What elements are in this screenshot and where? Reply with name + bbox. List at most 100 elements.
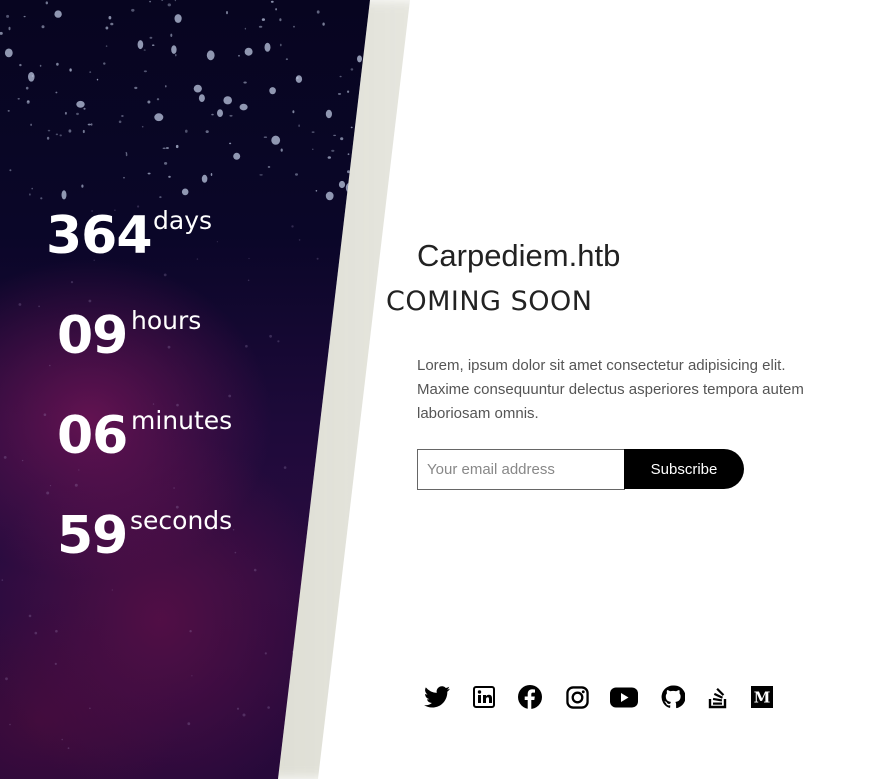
seconds-value: 59 bbox=[57, 506, 128, 566]
site-title: Carpediem.htb bbox=[417, 238, 621, 273]
star bbox=[26, 87, 29, 90]
star bbox=[69, 68, 71, 71]
star bbox=[296, 75, 302, 83]
star bbox=[123, 177, 125, 179]
star bbox=[19, 64, 21, 66]
star bbox=[176, 145, 179, 148]
linkedin-icon[interactable] bbox=[469, 682, 499, 712]
star bbox=[76, 113, 79, 115]
star bbox=[134, 87, 137, 89]
star bbox=[245, 48, 253, 56]
star bbox=[170, 34, 172, 37]
star bbox=[56, 63, 59, 66]
github-icon[interactable] bbox=[658, 682, 688, 712]
star bbox=[164, 162, 167, 165]
star bbox=[159, 196, 161, 198]
star bbox=[2, 579, 4, 581]
star bbox=[9, 27, 11, 30]
star bbox=[228, 395, 231, 398]
star bbox=[182, 189, 189, 196]
star bbox=[207, 50, 215, 60]
star bbox=[138, 40, 144, 49]
days-value: 364 bbox=[46, 206, 153, 266]
stackoverflow-icon[interactable] bbox=[703, 682, 733, 712]
star bbox=[269, 87, 276, 94]
countdown-days: 364 days bbox=[46, 206, 306, 262]
star bbox=[271, 1, 274, 3]
star bbox=[171, 45, 176, 54]
star bbox=[29, 615, 32, 618]
star bbox=[110, 23, 113, 26]
star bbox=[168, 3, 171, 6]
minutes-unit: minutes bbox=[131, 406, 233, 435]
star bbox=[24, 16, 26, 17]
star bbox=[268, 166, 271, 167]
star bbox=[265, 652, 267, 654]
star bbox=[153, 403, 154, 404]
star bbox=[168, 176, 171, 178]
star bbox=[164, 274, 167, 277]
star bbox=[150, 37, 153, 39]
star bbox=[97, 79, 98, 81]
medium-icon[interactable]: M bbox=[747, 682, 777, 712]
star bbox=[35, 632, 38, 635]
star bbox=[163, 148, 166, 150]
star bbox=[254, 569, 257, 572]
minutes-value: 06 bbox=[57, 406, 128, 466]
star bbox=[42, 25, 45, 28]
star bbox=[339, 181, 345, 188]
star bbox=[248, 280, 250, 282]
star bbox=[175, 54, 177, 57]
youtube-icon[interactable] bbox=[609, 682, 639, 712]
hours-value: 09 bbox=[57, 306, 128, 366]
star bbox=[259, 174, 262, 175]
star bbox=[144, 49, 146, 50]
star bbox=[149, 1, 151, 3]
star bbox=[312, 131, 315, 133]
star bbox=[243, 82, 246, 84]
star bbox=[238, 55, 240, 57]
star bbox=[322, 23, 324, 26]
star bbox=[55, 663, 57, 665]
star bbox=[131, 9, 134, 12]
star bbox=[126, 152, 128, 154]
star bbox=[259, 26, 262, 28]
star bbox=[265, 43, 271, 52]
star bbox=[119, 121, 122, 124]
star bbox=[338, 93, 341, 94]
star bbox=[89, 300, 92, 303]
star bbox=[81, 185, 83, 188]
star bbox=[317, 258, 319, 260]
star bbox=[91, 123, 93, 125]
star bbox=[166, 147, 169, 149]
star bbox=[44, 413, 47, 416]
star bbox=[262, 18, 265, 21]
star bbox=[316, 190, 318, 192]
facebook-icon[interactable] bbox=[515, 682, 545, 712]
star bbox=[199, 94, 205, 102]
svg-text:M: M bbox=[754, 689, 771, 707]
star bbox=[9, 724, 11, 726]
star bbox=[62, 190, 67, 199]
star bbox=[18, 98, 20, 100]
star bbox=[65, 112, 67, 115]
star bbox=[340, 137, 343, 140]
twitter-icon[interactable] bbox=[422, 682, 452, 712]
star bbox=[55, 92, 57, 94]
star bbox=[71, 281, 73, 283]
star bbox=[351, 127, 353, 129]
star bbox=[161, 0, 163, 1]
star bbox=[211, 173, 213, 176]
email-input[interactable] bbox=[417, 449, 625, 490]
star bbox=[185, 130, 188, 133]
star bbox=[237, 708, 239, 710]
instagram-icon[interactable] bbox=[562, 682, 592, 712]
star bbox=[175, 0, 176, 1]
star bbox=[147, 101, 150, 104]
star bbox=[75, 484, 78, 487]
star bbox=[112, 589, 113, 590]
star bbox=[48, 130, 50, 132]
star bbox=[347, 91, 349, 93]
star bbox=[229, 143, 231, 145]
subscribe-button[interactable]: Subscribe bbox=[624, 449, 744, 489]
